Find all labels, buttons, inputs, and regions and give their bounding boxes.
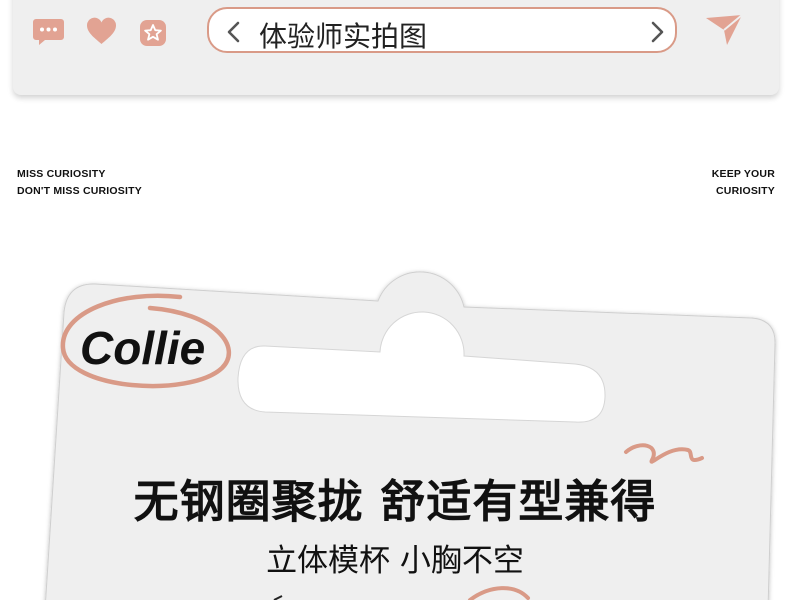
card-headline: 无钢圈聚拢 舒适有型兼得 xyxy=(133,475,657,528)
brand-logo-text: Collie xyxy=(80,322,206,374)
card-subheadline: 立体模杯 小胸不空 xyxy=(266,543,524,579)
